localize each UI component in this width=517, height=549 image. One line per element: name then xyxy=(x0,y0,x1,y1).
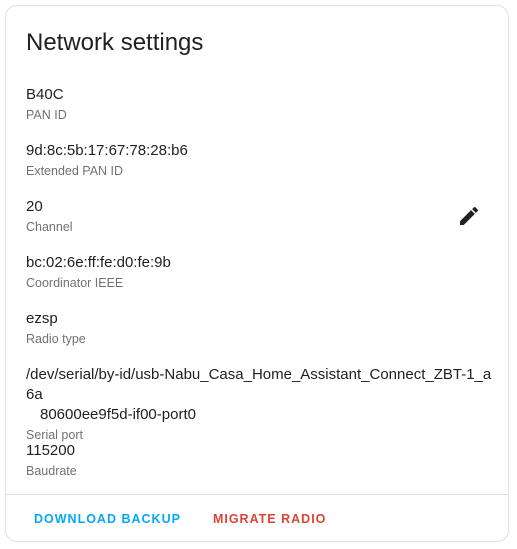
pan-id-label: PAN ID xyxy=(26,108,67,122)
migrate-radio-button[interactable]: MIGRATE RADIO xyxy=(207,510,332,528)
coordinator-ieee-value: bc:02:6e:ff:fe:d0:fe:9b xyxy=(26,254,171,271)
setting-radio-type: ezsp Radio type xyxy=(26,309,496,364)
radio-type-value: ezsp xyxy=(26,310,58,327)
extended-pan-id-value: 9d:8c:5b:17:67:78:28:b6 xyxy=(26,142,188,159)
channel-value: 20 xyxy=(26,198,43,215)
setting-coordinator-ieee: bc:02:6e:ff:fe:d0:fe:9b Coordinator IEEE xyxy=(26,253,496,308)
setting-pan-id: B40C PAN ID xyxy=(26,85,496,140)
card-title: Network settings xyxy=(26,29,204,56)
card-actions-divider xyxy=(6,494,508,495)
card-actions: DOWNLOAD BACKUP MIGRATE RADIO xyxy=(28,510,332,528)
channel-label: Channel xyxy=(26,220,73,234)
serial-port-value: /dev/serial/by-id/usb-Nabu_Casa_Home_Ass… xyxy=(26,365,496,425)
baudrate-value: 115200 xyxy=(26,442,75,459)
extended-pan-id-label: Extended PAN ID xyxy=(26,164,124,178)
baudrate-label: Baudrate xyxy=(26,464,77,478)
setting-serial-port: /dev/serial/by-id/usb-Nabu_Casa_Home_Ass… xyxy=(26,365,496,442)
serial-port-value-line2: 80600ee9f5d-if00-port0 xyxy=(40,406,196,423)
pencil-icon xyxy=(460,206,479,225)
setting-extended-pan-id: 9d:8c:5b:17:67:78:28:b6 Extended PAN ID xyxy=(26,141,496,196)
pan-id-value: B40C xyxy=(26,86,64,103)
settings-list: B40C PAN ID 9d:8c:5b:17:67:78:28:b6 Exte… xyxy=(26,84,496,496)
serial-port-value-line1: /dev/serial/by-id/usb-Nabu_Casa_Home_Ass… xyxy=(26,366,492,403)
network-settings-card: Network settings B40C PAN ID 9d:8c:5b:17… xyxy=(5,5,509,542)
setting-baudrate: 115200 Baudrate xyxy=(26,441,496,496)
download-backup-button[interactable]: DOWNLOAD BACKUP xyxy=(28,510,187,528)
edit-channel-button[interactable] xyxy=(457,204,481,228)
setting-channel: 20 Channel xyxy=(26,197,496,252)
coordinator-ieee-label: Coordinator IEEE xyxy=(26,276,124,290)
radio-type-label: Radio type xyxy=(26,332,86,346)
